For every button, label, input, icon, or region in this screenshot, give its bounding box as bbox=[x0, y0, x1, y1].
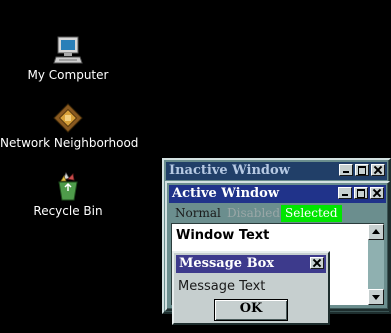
window-controls bbox=[339, 164, 385, 176]
maximize-icon[interactable] bbox=[355, 164, 369, 176]
computer-icon bbox=[53, 36, 83, 64]
scroll-down-icon[interactable] bbox=[368, 289, 384, 305]
desktop-icon-label: Network Neighborhood bbox=[0, 136, 139, 150]
message-box[interactable]: Message Box Message Text OK bbox=[172, 251, 330, 325]
close-icon[interactable] bbox=[310, 257, 324, 269]
window-title: Active Window bbox=[172, 186, 280, 201]
message-box-titlebar[interactable]: Message Box bbox=[176, 255, 326, 273]
minimize-icon[interactable] bbox=[339, 164, 353, 176]
menu-item-disabled: Disabled bbox=[227, 206, 281, 220]
menu-bar: Normal Disabled Selected bbox=[171, 205, 384, 222]
network-icon bbox=[53, 103, 83, 133]
inactive-window-titlebar[interactable]: Inactive Window bbox=[166, 162, 387, 180]
vertical-scrollbar[interactable] bbox=[368, 224, 384, 305]
maximize-icon[interactable] bbox=[354, 187, 368, 199]
desktop-icon-recycle-bin[interactable]: Recycle Bin bbox=[0, 170, 136, 218]
close-icon[interactable] bbox=[370, 187, 384, 199]
recycle-bin-icon bbox=[58, 172, 78, 201]
menu-item-selected[interactable]: Selected bbox=[281, 205, 342, 222]
close-icon[interactable] bbox=[371, 164, 385, 176]
minimize-icon[interactable] bbox=[338, 187, 352, 199]
desktop-icon-my-computer[interactable]: My Computer bbox=[0, 34, 136, 82]
active-window-titlebar[interactable]: Active Window bbox=[169, 185, 386, 203]
window-controls bbox=[338, 187, 384, 199]
ok-button[interactable]: OK bbox=[214, 299, 288, 321]
message-box-title: Message Box bbox=[179, 256, 275, 271]
scroll-up-icon[interactable] bbox=[368, 224, 384, 240]
menu-item-normal[interactable]: Normal bbox=[171, 205, 225, 222]
message-text: Message Text bbox=[178, 279, 266, 294]
desktop-icon-network-neighborhood[interactable]: Network Neighborhood bbox=[0, 102, 139, 150]
window-title: Inactive Window bbox=[169, 163, 290, 178]
desktop-icon-label: Recycle Bin bbox=[33, 204, 103, 218]
desktop-icon-label: My Computer bbox=[27, 68, 109, 82]
window-text: Window Text bbox=[176, 228, 270, 243]
window-controls bbox=[310, 257, 324, 269]
